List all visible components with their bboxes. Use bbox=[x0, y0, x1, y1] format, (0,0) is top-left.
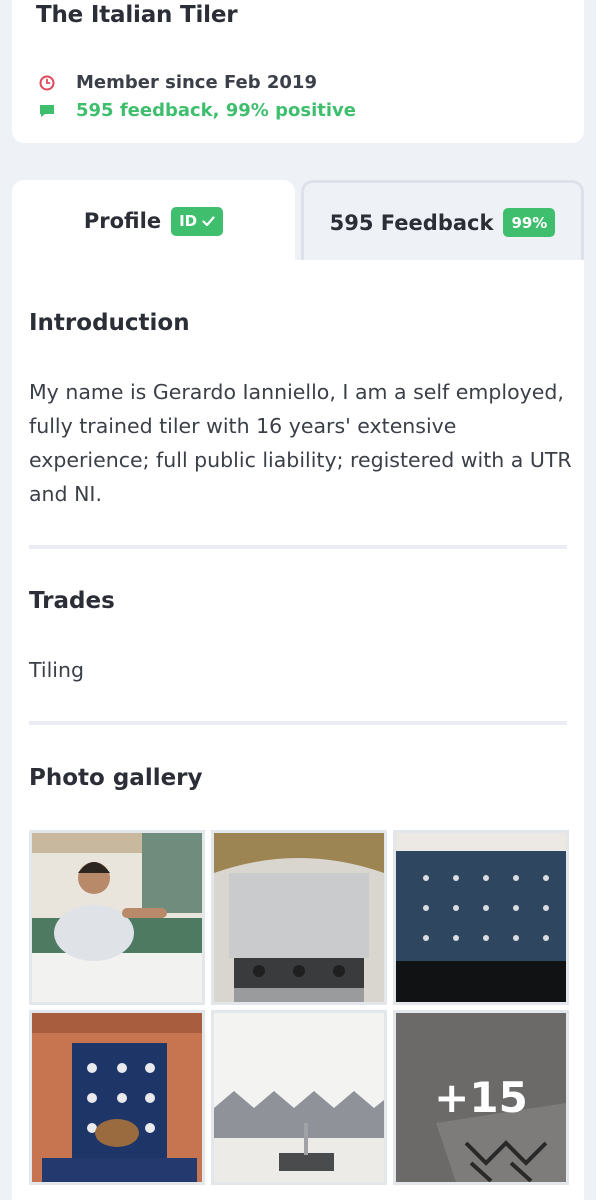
checkmark-icon bbox=[202, 215, 215, 226]
tab-feedback-label: 595 Feedback bbox=[329, 210, 494, 235]
introduction-text: My name is Gerardo Ianniello, I am a sel… bbox=[29, 380, 572, 506]
id-verified-badge: ID bbox=[171, 206, 224, 236]
speech-bubble-icon bbox=[38, 102, 56, 120]
gallery-photo-herringbone[interactable] bbox=[211, 1010, 387, 1185]
gallery-photo-more[interactable]: +15 bbox=[393, 1010, 569, 1185]
tab-feedback[interactable]: 595 Feedback 99% bbox=[301, 180, 584, 262]
feedback-percent-badge: 99% bbox=[503, 208, 556, 237]
tab-profile-label: Profile bbox=[83, 209, 162, 233]
id-badge-label: ID bbox=[179, 212, 198, 230]
gallery-photo-tiler-portrait[interactable] bbox=[29, 830, 205, 1005]
member-since-text: Member since Feb 2019 bbox=[76, 72, 317, 93]
clock-icon bbox=[38, 74, 56, 92]
trades-title: Trades bbox=[29, 588, 115, 614]
more-photos-count: +15 bbox=[396, 1013, 566, 1182]
profile-tabs: Profile ID 595 Feedback 99% bbox=[12, 180, 584, 262]
photo-gallery-title: Photo gallery bbox=[29, 765, 203, 791]
introduction-title: Introduction bbox=[29, 310, 190, 336]
section-divider bbox=[29, 721, 567, 725]
gallery-photo-blue-tiles[interactable] bbox=[393, 830, 569, 1005]
profile-content: Introduction My name is Gerardo Ianniell… bbox=[12, 260, 584, 1200]
member-since-row: Member since Feb 2019 bbox=[38, 72, 317, 93]
feedback-summary-row[interactable]: 595 feedback, 99% positive bbox=[38, 100, 356, 121]
trades-list: Tiling bbox=[29, 658, 84, 682]
feedback-summary-link[interactable]: 595 feedback, 99% positive bbox=[76, 100, 356, 121]
section-divider bbox=[29, 545, 567, 549]
business-name: The Italian Tiler bbox=[36, 2, 238, 28]
tab-profile[interactable]: Profile ID bbox=[12, 180, 295, 262]
business-header-card: The Italian Tiler Member since Feb 2019 … bbox=[12, 0, 584, 143]
gallery-photo-fireplace[interactable] bbox=[29, 1010, 205, 1185]
gallery-photo-range-splashback[interactable] bbox=[211, 830, 387, 1005]
